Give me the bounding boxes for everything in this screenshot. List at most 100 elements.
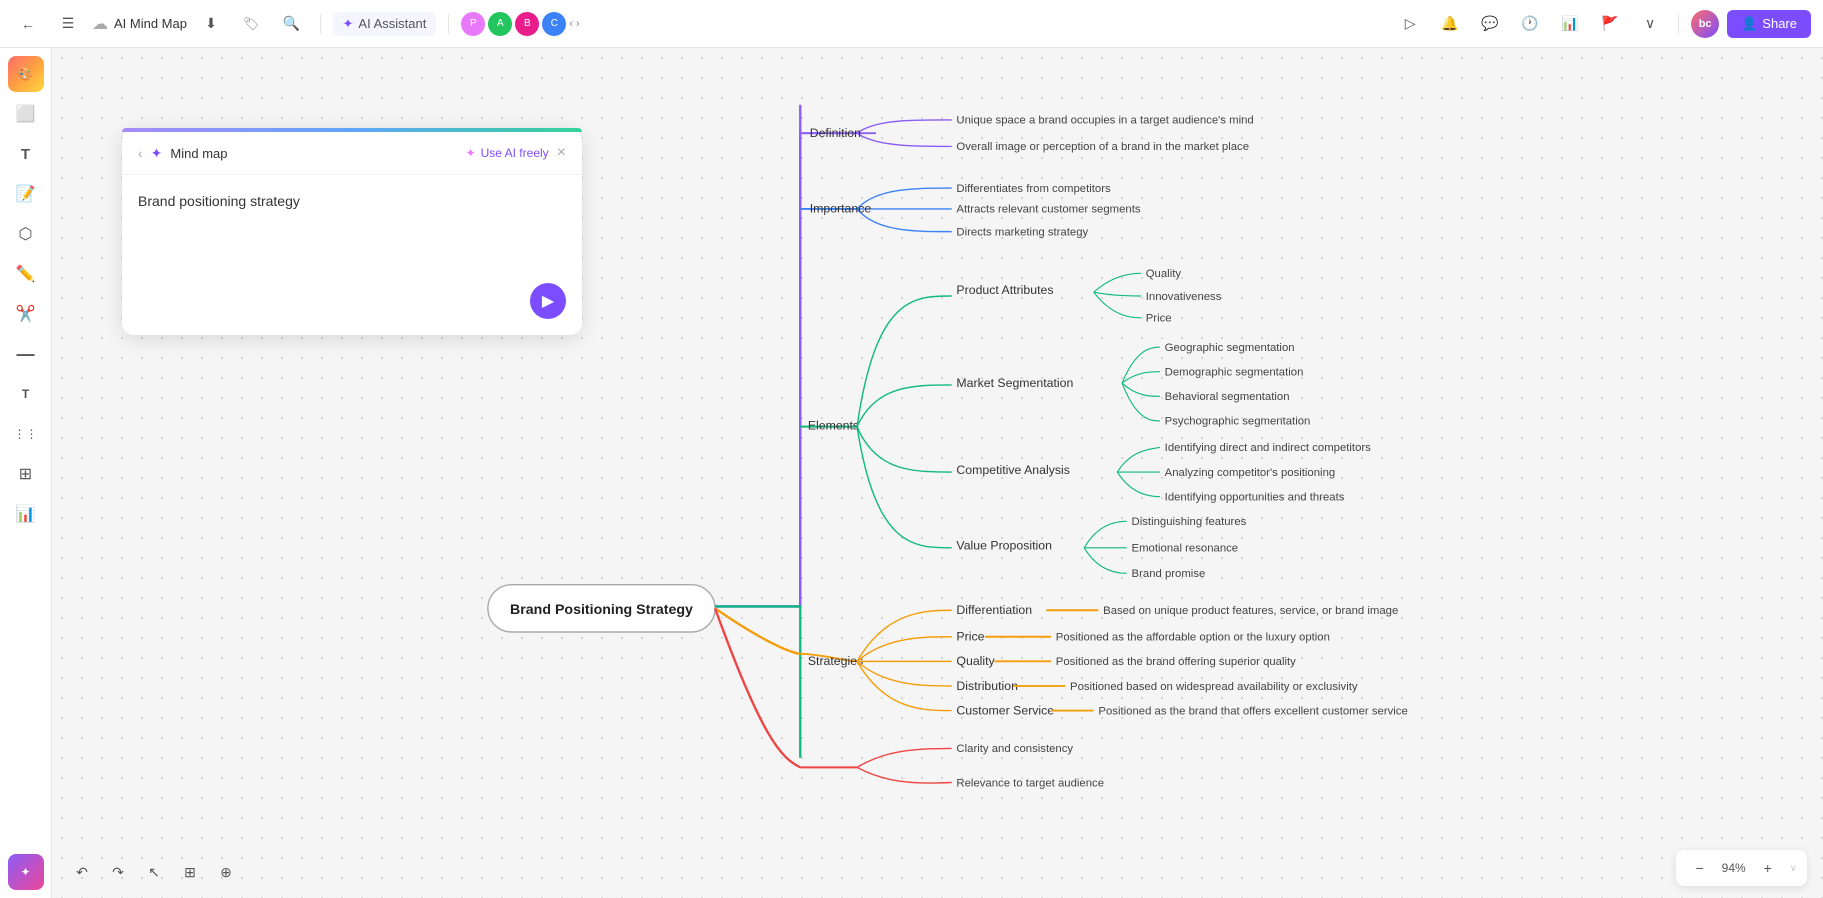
- psycho-seg: Psychographic segmentation: [1165, 416, 1311, 428]
- ai-assistant-button[interactable]: ✦ AI Assistant: [333, 12, 437, 36]
- redo-icon: ↷: [112, 864, 124, 881]
- table-icon: ⊞: [19, 464, 32, 484]
- comp-child-3: Identifying opportunities and threats: [1165, 491, 1345, 503]
- panel-header-right: ✦ Use AI freely ×: [466, 144, 566, 162]
- main-canvas: ‹ ✦ Mind map ✦ Use AI freely × Brand pos…: [52, 48, 1823, 898]
- chevron-left-icon: ‹: [569, 18, 573, 30]
- zoom-in-icon: +: [1764, 860, 1772, 876]
- sidebar-icon-frame[interactable]: ⬜: [8, 96, 44, 132]
- sidebar-icon-sticky[interactable]: 📝: [8, 176, 44, 212]
- strat-cs-label: Customer Service: [956, 703, 1054, 717]
- strat-price-value: Positioned as the affordable option or t…: [1056, 632, 1330, 644]
- tag-icon: 🏷: [243, 16, 260, 32]
- zoom-in-button[interactable]: +: [1754, 854, 1782, 882]
- importance-child-2: Attracts relevant customer segments: [956, 204, 1140, 216]
- search-icon: 🔍: [283, 15, 300, 32]
- download-button[interactable]: ⬇: [195, 8, 227, 40]
- tag-button[interactable]: 🏷: [235, 13, 268, 35]
- geo-seg: Geographic segmentation: [1165, 342, 1295, 354]
- panel-close-button[interactable]: ×: [557, 144, 566, 162]
- sidebar-icon-chart[interactable]: 📊: [8, 496, 44, 532]
- use-ai-button[interactable]: ✦ Use AI freely: [466, 146, 549, 160]
- sidebar-icon-table[interactable]: ⊞: [8, 456, 44, 492]
- separator-3: [1678, 14, 1679, 34]
- sidebar-icon-palette[interactable]: 🎨: [8, 56, 44, 92]
- toolbar-right: ▷ 🔔 💬 🕐 📊 🚩 ∨ bc 👤 Share: [1394, 8, 1811, 40]
- comp-child-2: Analyzing competitor's positioning: [1165, 467, 1336, 479]
- chevron-down-icon: ∨: [1790, 863, 1797, 874]
- strat-quality-label: Quality: [956, 654, 995, 668]
- comment-button[interactable]: 💬: [1474, 8, 1506, 40]
- value-child-2: Emotional resonance: [1132, 543, 1239, 555]
- fit-button[interactable]: ⊞: [176, 858, 204, 886]
- clock-button[interactable]: 🕐: [1514, 8, 1546, 40]
- quality-label: Quality: [1146, 268, 1182, 280]
- definition-label: Definition: [810, 126, 861, 140]
- sidebar-icon-ai[interactable]: ✦: [8, 854, 44, 890]
- line-icon: —: [17, 344, 35, 365]
- value-child-3: Brand promise: [1132, 568, 1206, 580]
- collab-avatar-2: A: [488, 12, 512, 36]
- top-toolbar: ← ☰ ☁ AI Mind Map ⬇ 🏷 🔍 ✦ AI Assistant P…: [0, 0, 1823, 48]
- competitive-label: Competitive Analysis: [956, 463, 1069, 477]
- menu-icon: ☰: [62, 15, 75, 32]
- sidebar-icon-shape[interactable]: ⬡: [8, 216, 44, 252]
- panel-header: ‹ ✦ Mind map ✦ Use AI freely ×: [122, 132, 582, 175]
- strat-quality-value: Positioned as the brand offering superio…: [1056, 656, 1296, 668]
- menu-button[interactable]: ☰: [52, 8, 84, 40]
- value-child-1: Distinguishing features: [1132, 516, 1247, 528]
- panel-body: Brand positioning strategy ▶: [122, 175, 582, 335]
- left-sidebar: 🎨 ⬜ T 📝 ⬡ ✏️ ✂️ — T ⋮⋮ ⊞ 📊 ✦: [0, 48, 52, 898]
- share-button[interactable]: 👤 Share: [1727, 10, 1811, 38]
- user-avatar[interactable]: bc: [1691, 10, 1719, 38]
- definition-child-1: Unique space a brand occupies in a targe…: [956, 115, 1253, 127]
- sticky-icon: 📝: [16, 184, 36, 204]
- behavioral-seg: Behavioral segmentation: [1165, 391, 1290, 403]
- sidebar-icon-scissors[interactable]: ✂️: [8, 296, 44, 332]
- collab-avatar-4: C: [542, 12, 566, 36]
- present-button[interactable]: ▷: [1394, 8, 1426, 40]
- chart-sidebar-icon: 📊: [16, 504, 36, 524]
- flag-button[interactable]: 🚩: [1594, 8, 1626, 40]
- palette-icon: 🎨: [17, 66, 33, 82]
- pen-icon: ✏️: [16, 264, 36, 284]
- toolbar-left: ← ☰ ☁ AI Mind Map ⬇ 🏷 🔍 ✦ AI Assistant P…: [12, 8, 1386, 40]
- importance-child-3: Directs marketing strategy: [956, 226, 1088, 238]
- grid-icon: ⋮⋮: [14, 427, 38, 441]
- back-button[interactable]: ←: [12, 8, 44, 40]
- zoom-out-icon: −: [1696, 860, 1704, 876]
- sidebar-icon-line[interactable]: —: [8, 336, 44, 372]
- add-frame-icon: ⊕: [220, 864, 232, 881]
- panel-back-button[interactable]: ‹: [138, 145, 143, 161]
- search-button[interactable]: 🔍: [276, 8, 308, 40]
- cursor-button[interactable]: ↖: [140, 858, 168, 886]
- add-frame-button[interactable]: ⊕: [212, 858, 240, 886]
- separator-2: [448, 14, 449, 34]
- send-button[interactable]: ▶: [530, 283, 566, 319]
- cloud-icon: ☁: [92, 14, 108, 34]
- sidebar-icon-text2[interactable]: T: [8, 376, 44, 412]
- chart-button[interactable]: 📊: [1554, 8, 1586, 40]
- sidebar-icon-grid[interactable]: ⋮⋮: [8, 416, 44, 452]
- sidebar-icon-text[interactable]: T: [8, 136, 44, 172]
- zoom-out-button[interactable]: −: [1686, 854, 1714, 882]
- redo-button[interactable]: ↷: [104, 858, 132, 886]
- fit-icon: ⊞: [184, 864, 196, 881]
- undo-button[interactable]: ↶: [68, 858, 96, 886]
- shape-icon: ⬡: [19, 224, 33, 244]
- share-label: Share: [1762, 16, 1797, 31]
- app-title: ☁ AI Mind Map: [92, 14, 187, 34]
- impl-child-1: Clarity and consistency: [956, 743, 1073, 755]
- share-icon: 👤: [1741, 16, 1757, 32]
- use-ai-icon: ✦: [466, 146, 476, 160]
- timer-button[interactable]: 🔔: [1434, 8, 1466, 40]
- send-icon: ▶: [542, 291, 554, 311]
- strat-price-label: Price: [956, 630, 984, 644]
- sidebar-icon-pen[interactable]: ✏️: [8, 256, 44, 292]
- text2-icon: T: [22, 387, 29, 401]
- more-button[interactable]: ∨: [1634, 8, 1666, 40]
- chevron-right-icon: ›: [576, 18, 580, 30]
- undo-icon: ↶: [76, 864, 88, 881]
- scissors-icon: ✂️: [16, 304, 36, 324]
- sidebar-bottom: ✦: [8, 854, 44, 890]
